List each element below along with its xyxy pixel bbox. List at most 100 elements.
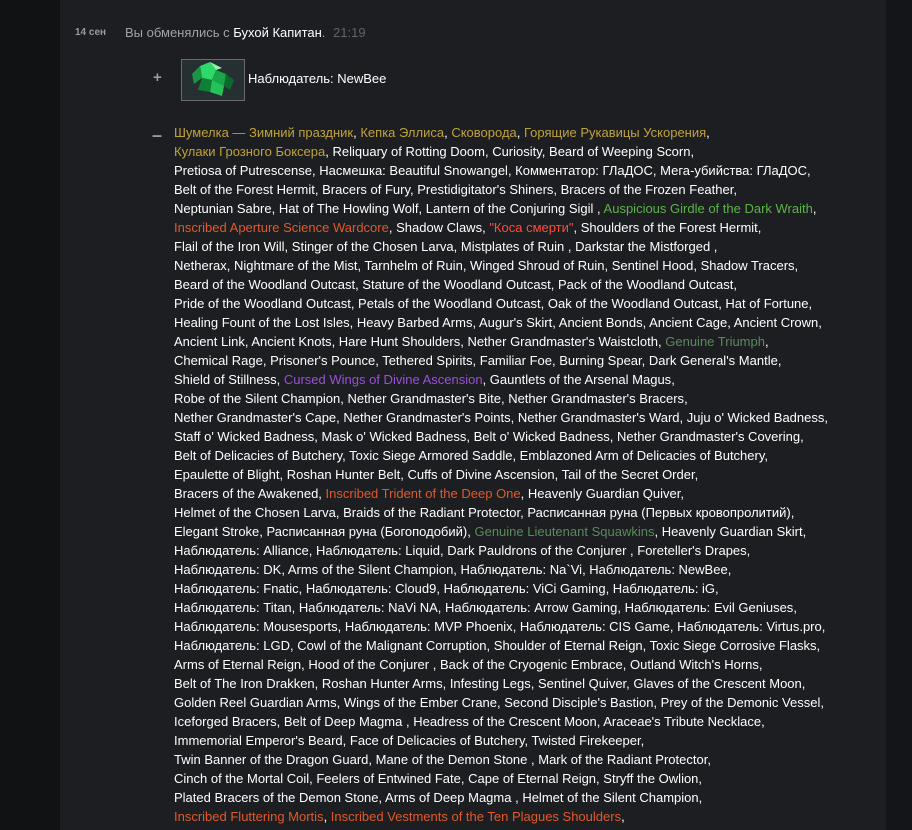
item-link[interactable]: Netherax	[174, 258, 227, 273]
item-link[interactable]: Winged Shroud of Ruin	[470, 258, 604, 273]
item-link[interactable]: Stinger of the Chosen Larva	[292, 239, 454, 254]
item-link[interactable]: Heavy Barbed Arms	[357, 315, 473, 330]
item-link[interactable]: Наблюдатель: ViCi Gaming	[444, 581, 606, 596]
item-link[interactable]: Ancient Bonds	[559, 315, 643, 330]
item-link[interactable]: Helmet of the Silent Champion	[522, 790, 698, 805]
item-link[interactable]: Наблюдатель: Fnatic	[174, 581, 299, 596]
item-link[interactable]: Glaves of the Crescent Moon	[633, 676, 801, 691]
item-link[interactable]: Shield of Stillness	[174, 372, 277, 387]
item-link[interactable]: Infesting Legs	[450, 676, 531, 691]
item-link[interactable]: Twin Banner of the Dragon Guard	[174, 752, 368, 767]
item-link[interactable]: Наблюдатель: Cloud9	[306, 581, 436, 596]
item-link[interactable]: Shoulders of the Forest Hermit	[581, 220, 758, 235]
item-link[interactable]: Heavenly Guardian Skirt	[662, 524, 803, 539]
item-link[interactable]: Headress of the Crescent Moon	[413, 714, 597, 729]
item-link[interactable]: Wings of the Ember Crane	[344, 695, 497, 710]
item-link[interactable]: Beard of the Woodland Outcast	[174, 277, 355, 292]
item-link[interactable]: Familiar Foe	[480, 353, 552, 368]
item-link[interactable]: Наблюдатель: iG	[613, 581, 715, 596]
item-link[interactable]: Mistplates of Ruin	[461, 239, 568, 254]
item-link[interactable]: Nether Grandmaster's Bracers	[508, 391, 684, 406]
item-link[interactable]: Cursed Wings of Divine Ascension	[284, 372, 483, 387]
item-link[interactable]: Immemorial Emperor's Beard	[174, 733, 343, 748]
item-link[interactable]: Hare Hunt Shoulders	[339, 334, 460, 349]
item-link[interactable]: Nether Grandmaster's Covering	[617, 429, 800, 444]
item-link[interactable]: Flail of the Iron Will	[174, 239, 285, 254]
item-link[interactable]: Dark General's Mantle	[649, 353, 778, 368]
item-link[interactable]: Juju o' Wicked Badness	[687, 410, 825, 425]
item-link[interactable]: Pack of the Woodland Outcast	[558, 277, 733, 292]
item-link[interactable]: Наблюдатель: CIS Game	[520, 619, 670, 634]
item-link[interactable]: Burning Spear	[559, 353, 641, 368]
item-link[interactable]: Inscribed Vestments of the Ten Plagues S…	[331, 809, 621, 824]
item-link[interactable]: Toxic Siege Corrosive Flasks	[650, 638, 817, 653]
item-link[interactable]: Chemical Rage	[174, 353, 263, 368]
item-link[interactable]: Мега-убийства: ГЛаДОС	[660, 163, 807, 178]
item-link[interactable]: Наблюдатель: MVP Phoenix	[345, 619, 513, 634]
item-link[interactable]: Bracers of Fury	[322, 182, 410, 197]
item-link[interactable]: Pride of the Woodland Outcast	[174, 296, 351, 311]
received-item-name[interactable]: Наблюдатель: NewBee	[248, 71, 386, 86]
item-link[interactable]: Наблюдатель: Evil Geniuses	[625, 600, 794, 615]
item-link[interactable]: Ancient Crown	[734, 315, 819, 330]
item-link[interactable]: Наблюдатель: NewBee	[589, 562, 727, 577]
item-link[interactable]: Nether Grandmaster's Cape	[174, 410, 336, 425]
item-link[interactable]: Prisoner's Pounce	[270, 353, 375, 368]
item-link[interactable]: Robe of the Silent Champion	[174, 391, 340, 406]
item-link[interactable]: Tethered Spirits	[382, 353, 472, 368]
item-link[interactable]: Second Disciple's Bastion	[504, 695, 653, 710]
item-link[interactable]: Shoulder of Eternal Reign	[494, 638, 643, 653]
item-link[interactable]: Наблюдатель: Virtus.pro	[677, 619, 822, 634]
item-link[interactable]: Nether Grandmaster's Points	[343, 410, 510, 425]
item-link[interactable]: Genuine Triumph	[665, 334, 765, 349]
item-link[interactable]: Mark of the Radiant Protector	[538, 752, 707, 767]
item-link[interactable]: Горящие Рукавицы Ускорения	[524, 125, 706, 140]
item-link[interactable]: Healing Fount of the Lost Isles	[174, 315, 350, 330]
item-link[interactable]: Наблюдатель: Alliance	[174, 543, 309, 558]
item-link[interactable]: Наблюдатель: DK	[174, 562, 281, 577]
item-link[interactable]: Darkstar the Mistforged	[575, 239, 714, 254]
item-link[interactable]: Nether Grandmaster's Waistcloth	[467, 334, 658, 349]
item-link[interactable]: Prestidigitator's Shiners	[417, 182, 553, 197]
item-link[interactable]: Petals of the Woodland Outcast	[358, 296, 541, 311]
item-link[interactable]: Helmet of the Chosen Larva	[174, 505, 336, 520]
item-link[interactable]: Ancient Knots	[251, 334, 331, 349]
item-link[interactable]: Cape of Eternal Reign	[468, 771, 596, 786]
item-link[interactable]: Cinch of the Mortal Coil	[174, 771, 309, 786]
item-link[interactable]: Комментатор: ГЛаДОС	[515, 163, 653, 178]
item-link[interactable]: Stryff the Owlion	[603, 771, 698, 786]
item-link[interactable]: Кулаки Грозного Боксера	[174, 144, 325, 159]
item-link[interactable]: Inscribed Fluttering Mortis	[174, 809, 324, 824]
item-link[interactable]: Inscribed Aperture Science Wardcore	[174, 220, 389, 235]
item-link[interactable]: Cowl of the Malignant Corruption	[297, 638, 486, 653]
item-link[interactable]: Hat of Fortune	[725, 296, 808, 311]
item-link[interactable]: Outland Witch's Horns	[630, 657, 759, 672]
item-link[interactable]: Arms of Eternal Reign	[174, 657, 301, 672]
item-link[interactable]: Mask o' Wicked Badness	[322, 429, 467, 444]
item-link[interactable]: Belt of The Iron Drakken	[174, 676, 315, 691]
item-link[interactable]: Staff o' Wicked Badness	[174, 429, 314, 444]
item-link[interactable]: Belt of the Forest Hermit	[174, 182, 315, 197]
item-link[interactable]: Roshan Hunter Arms	[322, 676, 443, 691]
item-link[interactable]: Emblazoned Arm of Delicacies of Butchery	[520, 448, 765, 463]
item-link[interactable]: Feelers of Entwined Fate	[316, 771, 461, 786]
item-link[interactable]: Наблюдатель: Titan	[174, 600, 292, 615]
item-link[interactable]: Pretiosa of Putrescense	[174, 163, 312, 178]
item-link[interactable]: Сковорода	[451, 125, 516, 140]
item-link[interactable]: Bracers of the Frozen Feather	[561, 182, 734, 197]
item-link[interactable]: Foreteller's Drapes	[637, 543, 746, 558]
item-link[interactable]: Насмешка: Beautiful Snowangel	[319, 163, 508, 178]
item-link[interactable]: Gauntlets of the Arsenal Magus	[490, 372, 671, 387]
item-link[interactable]: Oak of the Woodland Outcast	[548, 296, 718, 311]
item-link[interactable]: Belt o' Wicked Badness	[474, 429, 610, 444]
item-link[interactable]: Reliquary of Rotting Doom	[332, 144, 484, 159]
trade-partner-link[interactable]: Бухой Капитан	[233, 25, 322, 40]
item-link[interactable]: Mane of the Demon Stone	[376, 752, 531, 767]
item-link[interactable]: Auspicious Girdle of the Dark Wraith	[604, 201, 813, 216]
item-link[interactable]: Golden Reel Guardian Arms	[174, 695, 337, 710]
item-link[interactable]: Inscribed Trident of the Deep One	[326, 486, 521, 501]
item-link[interactable]: Stature of the Woodland Outcast	[362, 277, 550, 292]
item-link[interactable]: Sentinel Quiver	[538, 676, 626, 691]
item-link[interactable]: Iceforged Bracers	[174, 714, 277, 729]
item-link[interactable]: Ancient Cage	[649, 315, 727, 330]
